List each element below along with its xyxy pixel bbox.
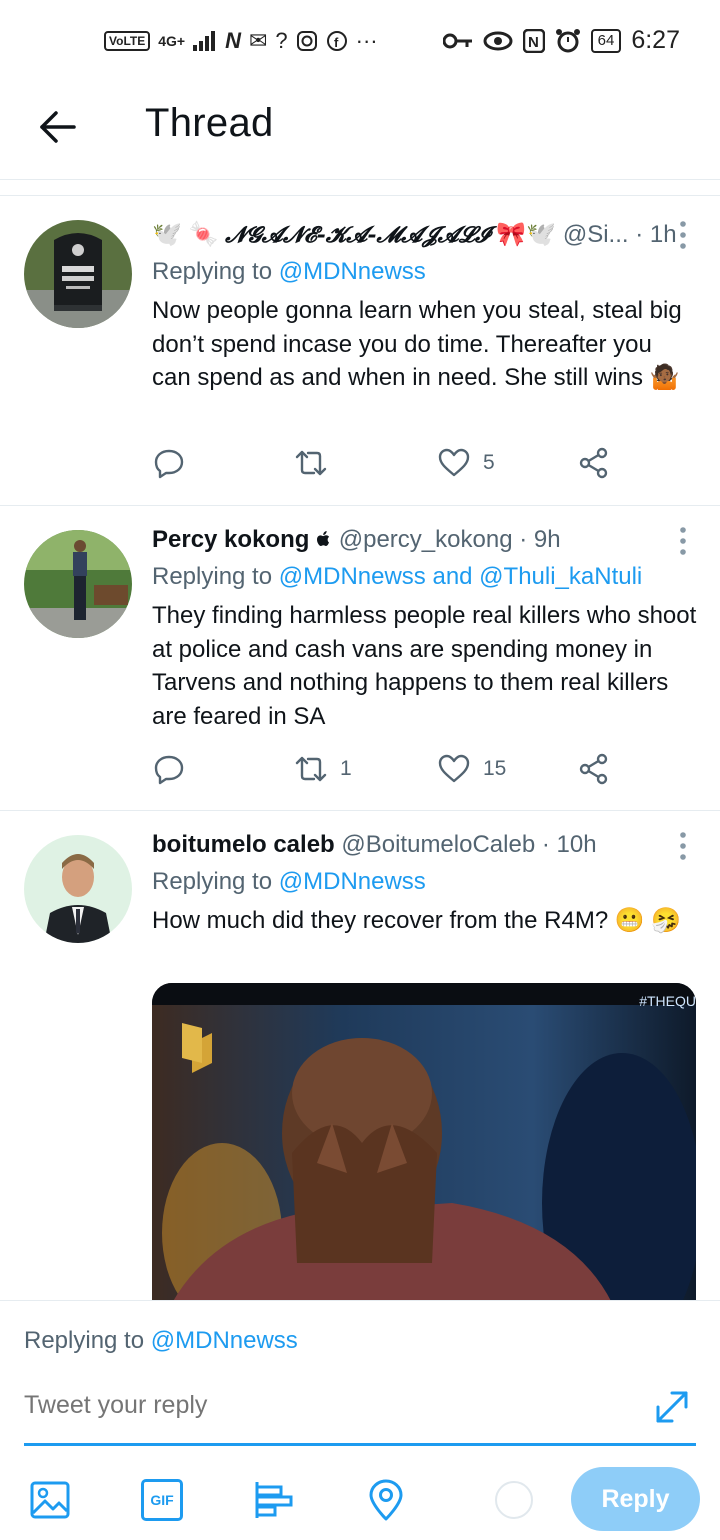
- like-action[interactable]: 5: [437, 446, 495, 480]
- media-hashtag-overlay: #THEQU: [639, 993, 696, 1009]
- tweet-meta: boitumelo caleb @BoitumeloCaleb · 10h: [152, 831, 597, 859]
- timestamp: · 1h: [635, 221, 677, 248]
- share-action[interactable]: [577, 752, 611, 786]
- reply-icon: [154, 449, 184, 479]
- replying-to: Replying to @MDNnewss: [152, 868, 426, 895]
- battery-icon: 64: [590, 28, 622, 53]
- composer-toolbar: GIF Reply: [0, 1465, 720, 1535]
- key-icon: [442, 33, 472, 48]
- tweet-text: How much did they recover from the R4M? …: [152, 907, 682, 934]
- more-options-icon[interactable]: [678, 831, 688, 861]
- nfc-icon: N: [522, 28, 545, 53]
- tweet-meta: 🕊️ 🍬 𝓝𝓖𝓐𝓝𝓔-𝓚𝓐-𝓜𝓐𝓙𝓐𝓛𝓘 🎀🕊️ @Si... · 1h: [152, 220, 677, 249]
- status-left-icons: VoLTE 4G+ N ✉ ? f ···: [104, 28, 378, 54]
- gif-icon[interactable]: GIF: [141, 1479, 183, 1521]
- like-count: 15: [483, 757, 507, 780]
- tweet-actions: 5: [152, 446, 622, 486]
- like-count: 5: [483, 451, 495, 474]
- avatar[interactable]: [24, 530, 132, 638]
- timestamp: · 9h: [519, 526, 561, 553]
- composer-replying-to: Replying to @MDNnewss: [24, 1327, 298, 1354]
- clock: 6:27: [631, 26, 680, 54]
- reply-action[interactable]: [152, 752, 186, 786]
- reply-mention-link[interactable]: @MDNnewss: [279, 868, 426, 895]
- handle[interactable]: @percy_kokong: [339, 526, 513, 553]
- facebook-icon: f: [326, 31, 347, 51]
- nfc-n-icon: N: [225, 28, 241, 53]
- tweet-meta: Percy kokong @percy_kokong · 9h: [152, 526, 561, 554]
- tweet-text: They finding harmless people real killer…: [152, 602, 697, 730]
- retweet-action[interactable]: 1: [294, 752, 352, 786]
- reply-icon: [154, 755, 184, 785]
- avatar[interactable]: [24, 835, 132, 943]
- name-emoji: 🕊️ 🍬: [152, 221, 219, 248]
- apple-logo-icon: [317, 531, 330, 546]
- heart-icon: [438, 448, 470, 477]
- replying-to: Replying to @MDNnewss: [152, 258, 426, 285]
- share-icon: [579, 753, 608, 785]
- retweet-action[interactable]: [294, 446, 340, 480]
- back-arrow-icon[interactable]: [34, 104, 80, 150]
- status-right-icons: N 64 6:27: [442, 26, 680, 55]
- more-notifications-icon: ···: [355, 28, 378, 53]
- reply-button[interactable]: Reply: [571, 1467, 700, 1531]
- display-name[interactable]: Percy kokong: [152, 526, 309, 553]
- handle[interactable]: @BoitumeloCaleb: [341, 831, 535, 858]
- instagram-icon: [296, 31, 317, 51]
- svg-text:N: N: [528, 34, 539, 51]
- reply-composer: Replying to @MDNnewss GIF Reply: [0, 1300, 720, 1540]
- volte-icon: VoLTE: [104, 31, 151, 51]
- page-title: Thread: [145, 101, 274, 145]
- reply-mention-link[interactable]: @MDNnewss and @Thuli_kaNtuli: [279, 563, 643, 590]
- timestamp: · 10h: [541, 831, 597, 858]
- share-icon: [579, 447, 608, 479]
- tweet-media-image[interactable]: #THEQU: [152, 983, 696, 1303]
- tweet-actions: 1 15: [152, 752, 622, 792]
- heart-icon: [438, 754, 470, 783]
- poll-icon[interactable]: [253, 1479, 295, 1521]
- location-pin-icon[interactable]: [365, 1479, 407, 1521]
- name-emoji: 🎀🕊️: [496, 221, 557, 248]
- composer-mention-link[interactable]: @MDNnewss: [151, 1327, 298, 1354]
- tweet-reply-input[interactable]: [24, 1391, 584, 1420]
- network-signal-icon: 4G+: [158, 33, 186, 49]
- expand-icon[interactable]: [650, 1385, 694, 1429]
- character-counter: [495, 1481, 533, 1519]
- svg-text:f: f: [334, 35, 339, 50]
- tweet-text: Now people gonna learn when you steal, s…: [152, 297, 682, 391]
- status-bar: VoLTE 4G+ N ✉ ? f ··· N 64 6:27: [0, 0, 720, 84]
- more-options-icon[interactable]: [678, 526, 688, 556]
- alarm-icon: [555, 28, 580, 52]
- retweet-icon: [295, 756, 327, 782]
- wifi-unknown-icon: ?: [275, 28, 288, 53]
- display-name[interactable]: 𝓝𝓖𝓐𝓝𝓔-𝓚𝓐-𝓜𝓐𝓙𝓐𝓛𝓘: [225, 222, 490, 248]
- retweet-count: 1: [340, 757, 352, 780]
- eye-icon: [483, 31, 513, 50]
- display-name[interactable]: boitumelo caleb: [152, 831, 335, 858]
- thread-header: Thread: [0, 84, 720, 180]
- handle[interactable]: @Si...: [563, 221, 629, 248]
- avatar[interactable]: [24, 220, 132, 328]
- reply-mention-link[interactable]: @MDNnewss: [279, 258, 426, 285]
- more-options-icon[interactable]: [678, 220, 688, 250]
- retweet-icon: [295, 450, 327, 476]
- share-action[interactable]: [577, 446, 611, 480]
- tweet-1[interactable]: 🕊️ 🍬 𝓝𝓖𝓐𝓝𝓔-𝓚𝓐-𝓜𝓐𝓙𝓐𝓛𝓘 🎀🕊️ @Si... · 1h Rep…: [0, 196, 720, 506]
- mail-icon: ✉: [248, 28, 268, 53]
- replying-to: Replying to @MDNnewss and @Thuli_kaNtuli: [152, 563, 643, 590]
- tweet-2[interactable]: Percy kokong @percy_kokong · 9h Replying…: [0, 506, 720, 811]
- reply-action[interactable]: [152, 446, 186, 480]
- image-icon[interactable]: [29, 1479, 71, 1521]
- input-underline: [24, 1443, 696, 1446]
- like-action[interactable]: 15: [437, 752, 506, 786]
- signal-bars-icon: [193, 31, 216, 51]
